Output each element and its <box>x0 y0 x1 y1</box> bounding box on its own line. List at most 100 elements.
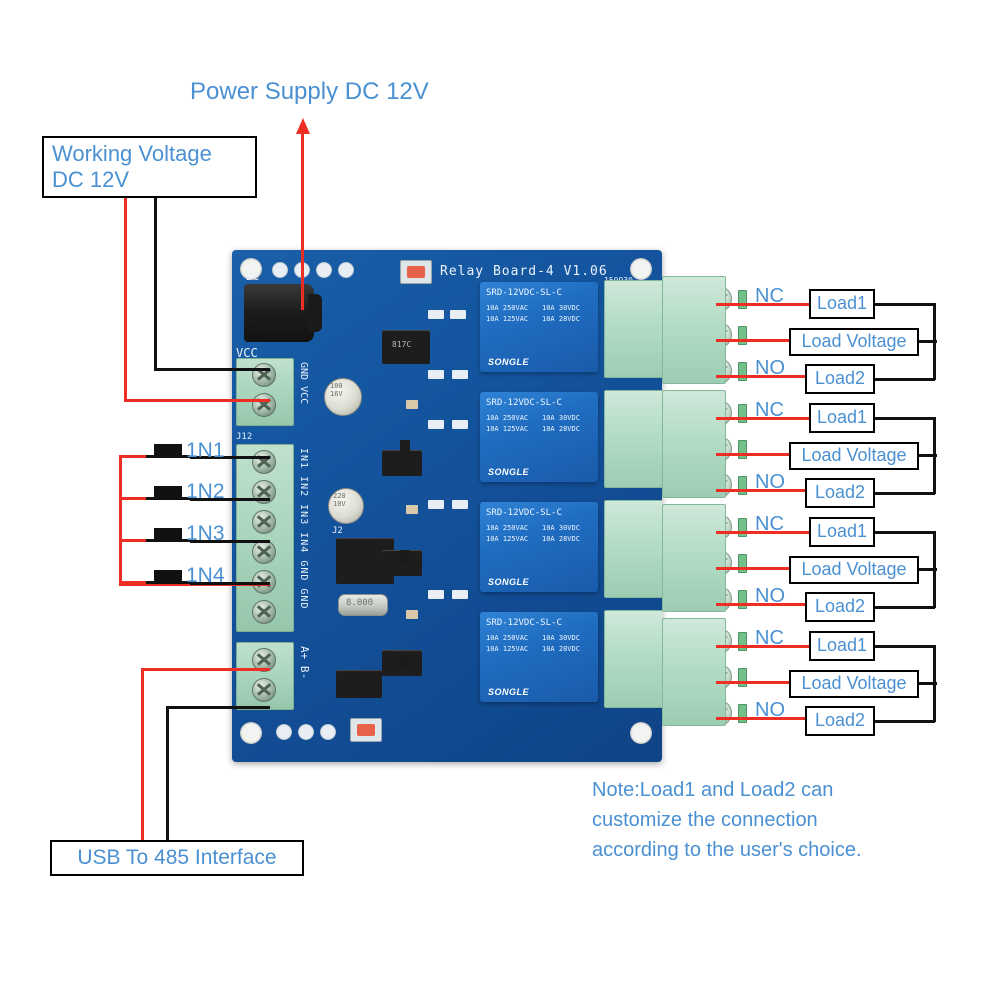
output-pin-3-no <box>738 590 747 609</box>
channel-4-no-label: NO <box>755 699 785 721</box>
channel-1-load2-return-h <box>873 378 935 381</box>
working-voltage-gnd-wire-h <box>154 368 270 371</box>
power-supply-arrow-head <box>296 118 310 134</box>
input-label-1: 1N1 <box>186 439 225 462</box>
input-rail-branch-1 <box>119 455 149 458</box>
relay-1-brand: SONGLE <box>488 357 530 367</box>
input-rail-branch-3 <box>119 539 149 542</box>
channel-4-return-bus <box>933 645 936 722</box>
output-pin-1-com <box>738 326 747 345</box>
power-terminal-screw-vcc[interactable] <box>252 393 276 417</box>
output-pin-2-no <box>738 476 747 495</box>
usb-b-minus-wire-h <box>166 706 270 709</box>
onboard-connector-4 <box>604 610 662 708</box>
relay-2-part: SRD-12VDC-SL-C <box>486 398 562 408</box>
channel-3-no-label: NO <box>755 585 785 607</box>
relay-2-rating-2: 10A 125VAC <box>486 425 529 433</box>
channel-2-load2-box: Load2 <box>805 478 875 508</box>
channel-2-com-wire <box>716 453 791 456</box>
reset-button-bottom[interactable] <box>350 718 382 742</box>
rs485-silk: A+ B- <box>298 646 311 680</box>
output-pin-2-com <box>738 440 747 459</box>
power-terminal-screw-gnd[interactable] <box>252 363 276 387</box>
footer-pad-2 <box>298 724 314 740</box>
smd-resistor-e <box>428 420 444 429</box>
input-label-4: 1N4 <box>186 564 225 587</box>
output-terminal-3[interactable] <box>662 504 726 612</box>
relay-3: SRD-12VDC-SL-C 10A 250VAC 10A 125VAC 10A… <box>480 502 598 592</box>
relay-4-part: SRD-12VDC-SL-C <box>486 618 562 628</box>
j2-silk: J2 <box>332 526 343 536</box>
smd-resistor-d <box>452 370 468 379</box>
channel-1-load-voltage-box: Load Voltage <box>789 328 919 356</box>
channel-3-load-voltage-box: Load Voltage <box>789 556 919 584</box>
relay-3-rating-3: 10A 30VDC <box>542 524 580 532</box>
channel-3-load1-return-h <box>873 531 935 534</box>
usb-a-plus-wire-v <box>141 668 144 840</box>
smd-resistor-c <box>428 370 444 379</box>
channel-3-load2-box: Load2 <box>805 592 875 622</box>
output-pin-3-com <box>738 554 747 573</box>
relay-4-rating-3: 10A 30VDC <box>542 634 580 642</box>
mounting-hole-tr <box>630 258 652 280</box>
output-pin-1-nc <box>738 290 747 309</box>
input-screw-in3[interactable] <box>252 510 276 534</box>
channel-4-load1-box: Load1 <box>809 631 875 661</box>
channel-1-return-bus <box>933 303 936 380</box>
channel-2-load2-return-h <box>873 492 935 495</box>
elcap-1-silk: 100 16V <box>330 382 343 398</box>
channel-3-nc-label: NC <box>755 513 784 535</box>
rs485-transceiver-ic <box>336 670 382 698</box>
channel-1-load1-box: Load1 <box>809 289 875 319</box>
channel-4-com-wire <box>716 681 791 684</box>
output-pin-3-nc <box>738 518 747 537</box>
output-terminal-2[interactable] <box>662 390 726 498</box>
relay-board-pcb: Relay Board-4 V1.06 150930 DC VCC GND VC… <box>232 250 662 762</box>
channel-1-nc-label: NC <box>755 285 784 307</box>
output-pin-1-no <box>738 362 747 381</box>
relay-2-brand: SONGLE <box>488 467 530 477</box>
input-screw-in1[interactable] <box>252 450 276 474</box>
channel-4-load2-return-h <box>873 720 935 723</box>
channel-4-load1-return-h <box>873 645 935 648</box>
rs485-screw-b[interactable] <box>252 678 276 702</box>
output-pin-4-nc <box>738 632 747 651</box>
smd-resistor-a <box>428 310 444 319</box>
relay-4-rating-1: 10A 250VAC <box>486 634 529 642</box>
relay-3-rating-4: 10A 28VDC <box>542 535 580 543</box>
input-common-rail-v <box>119 455 122 586</box>
onboard-connector-1 <box>604 280 662 378</box>
smd-cap-b <box>406 505 418 514</box>
relay-4-brand: SONGLE <box>488 687 530 697</box>
smd-diode-b <box>400 550 410 564</box>
relay-1-part: SRD-12VDC-SL-C <box>486 288 562 298</box>
smd-cap-c <box>406 610 418 619</box>
relay-3-rating-2: 10A 125VAC <box>486 535 529 543</box>
input-screw-gnd2[interactable] <box>252 600 276 624</box>
channel-4-load2-box: Load2 <box>805 706 875 736</box>
output-terminal-1[interactable] <box>662 276 726 384</box>
input-label-2: 1N2 <box>186 480 225 503</box>
reset-button-top[interactable] <box>400 260 432 284</box>
channel-1-no-label: NO <box>755 357 785 379</box>
smd-resistor-f <box>452 420 468 429</box>
optocoupler-silk: 817C <box>392 340 412 349</box>
relay-1-rating-3: 10A 30VDC <box>542 304 580 312</box>
relay-3-brand: SONGLE <box>488 577 530 587</box>
smd-diode-a <box>400 440 410 454</box>
channel-2-load-voltage-box: Load Voltage <box>789 442 919 470</box>
channel-1-load2-box: Load2 <box>805 364 875 394</box>
power-supply-arrow-shaft <box>301 128 304 310</box>
input-label-3: 1N3 <box>186 522 225 545</box>
note-text: Note:Load1 and Load2 can customize the c… <box>592 779 862 861</box>
crystal-silk: 8.000 <box>346 598 374 608</box>
header-pad-4 <box>338 262 354 278</box>
relay-1-rating-4: 10A 28VDC <box>542 315 580 323</box>
elcap-2-silk: 220 10V <box>333 492 346 508</box>
relay-4-rating-2: 10A 125VAC <box>486 645 529 653</box>
input-screw-in4[interactable] <box>252 540 276 564</box>
usb-a-plus-wire-h <box>141 668 270 671</box>
output-terminal-4[interactable] <box>662 618 726 726</box>
relay-2-rating-1: 10A 250VAC <box>486 414 529 422</box>
channel-3-com-wire <box>716 567 791 570</box>
